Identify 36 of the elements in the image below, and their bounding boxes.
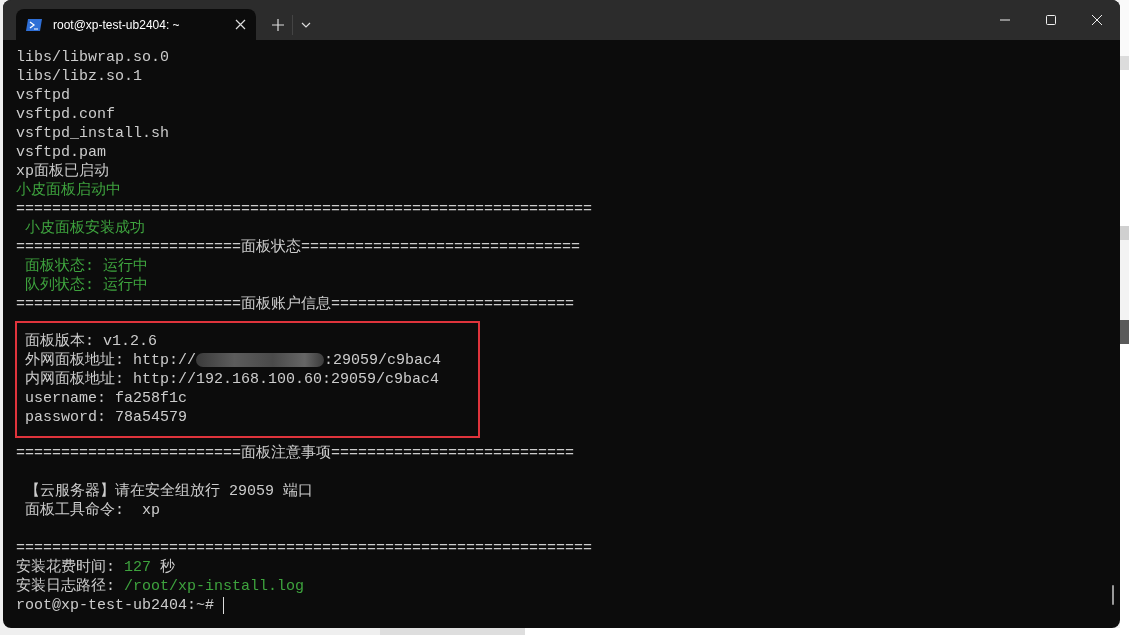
terminal-line: xp面板已启动 [16, 162, 109, 181]
terminal-line: vsftpd_install.sh [16, 124, 170, 143]
close-icon[interactable] [1092, 15, 1102, 25]
scroll-thumb[interactable] [1112, 585, 1114, 605]
terminal-line: libs/libwrap.so.0 [16, 48, 170, 67]
terminal-line: 面板工具命令: xp [24, 501, 160, 520]
terminal-line: 小皮面板安装成功 [24, 219, 145, 238]
terminal-line: 安装花费时间: 127 秒 [16, 558, 176, 577]
terminal-text: :29059/c9bac4 [324, 352, 442, 369]
terminal-line: ================================================================ [16, 200, 593, 219]
terminal-line: 面板版本: v1.2.6 [25, 332, 157, 351]
terminal-line: ================================================================ [16, 539, 593, 558]
terminal-line: =========================面板注意事项=========================== [16, 444, 575, 463]
terminal-line: 小皮面板启动中 [16, 181, 121, 200]
plus-icon[interactable] [272, 18, 284, 31]
text-cursor [223, 596, 225, 614]
close-icon[interactable] [235, 19, 246, 30]
terminal-line: vsftpd.conf [16, 105, 116, 124]
terminal-line: 面板状态: 运行中 [24, 257, 148, 276]
terminal-line: vsftpd [16, 86, 70, 105]
terminal-line: =========================面板账户信息=========================== [16, 295, 575, 314]
prompt-icon [26, 17, 42, 32]
maximize-icon[interactable] [1046, 15, 1056, 25]
terminal-line: password: 78a54579 [25, 408, 188, 427]
chevron-icon[interactable] [301, 21, 311, 28]
terminal-line: vsftpd.pam [16, 143, 106, 162]
terminal-line: 队列状态: 运行中 [24, 276, 148, 295]
terminal-text: root@xp-test-ub2404:~# [16, 597, 216, 614]
terminal-tab[interactable]: root@xp-test-ub2404: ~ [16, 9, 256, 40]
terminal-line: username: fa258f1c [25, 389, 188, 408]
terminal-line: 【云服务器】请在安全组放行 29059 端口 [24, 482, 313, 501]
terminal-line: 内网面板地址: http://192.168.100.60:29059/c9bac4 [25, 370, 440, 389]
terminal-line: =========================面板状态=============================== [16, 238, 581, 257]
terminal-text: 外网面板地址: http:// [25, 352, 196, 369]
terminal-line: 安装日志路径: /root/xp-install.log [16, 577, 305, 596]
terminal-line: libs/libz.so.1 [16, 67, 143, 86]
